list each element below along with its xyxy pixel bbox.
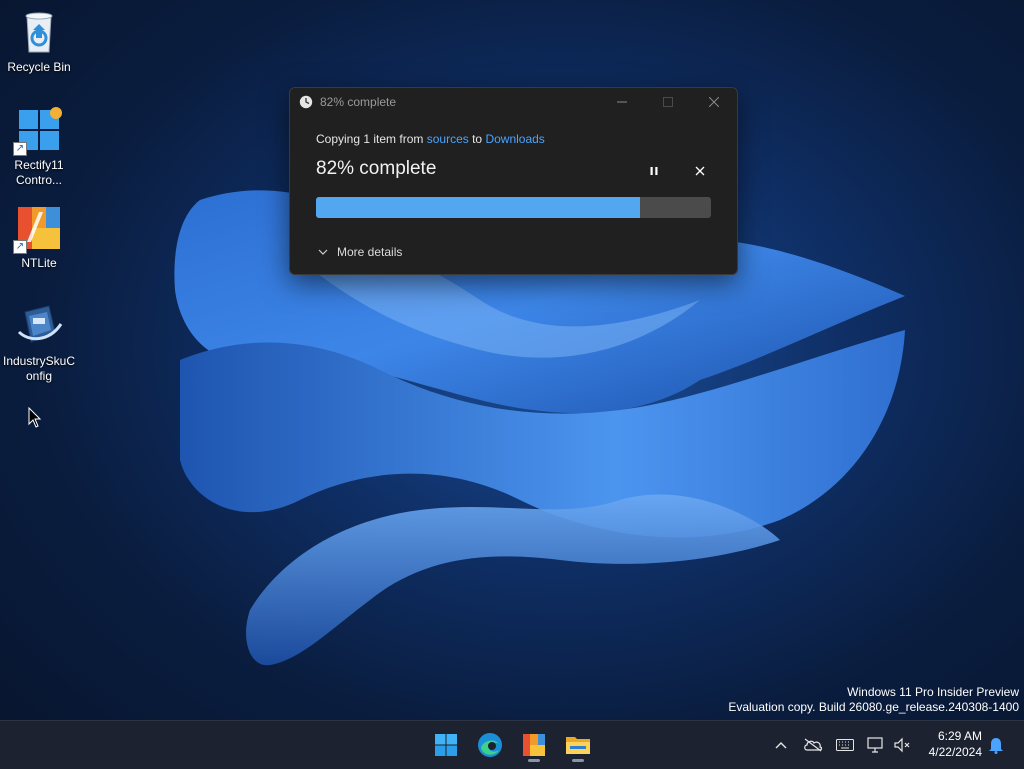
running-indicator xyxy=(528,759,540,762)
onedrive-offline-icon xyxy=(804,738,823,752)
watermark-line-2: Evaluation copy. Build 26080.ge_release.… xyxy=(728,700,1019,714)
edge-icon xyxy=(478,733,502,757)
evaluation-watermark: Windows 11 Pro Insider Preview Evaluatio… xyxy=(728,685,1019,715)
clock-icon xyxy=(299,95,313,109)
rectify11-control-icon: ↗ xyxy=(13,106,63,156)
source-folder-link[interactable]: sources xyxy=(427,132,469,146)
notifications-button[interactable] xyxy=(986,735,1006,755)
watermark-line-1: Windows 11 Pro Insider Preview xyxy=(847,685,1019,699)
progress-status: 82% complete xyxy=(316,158,437,179)
minimize-icon xyxy=(617,101,627,103)
close-icon xyxy=(695,166,705,176)
recycle-bin-icon xyxy=(15,8,63,56)
maximize-icon xyxy=(663,97,673,107)
shortcut-arrow-icon: ↗ xyxy=(13,142,27,156)
chevron-down-icon xyxy=(318,249,328,255)
running-indicator xyxy=(572,759,584,762)
ntlite-icon xyxy=(523,734,545,756)
mouse-cursor-icon xyxy=(28,407,42,428)
desktop-icon-ntlite[interactable]: ↗ NTLite xyxy=(2,204,76,271)
more-details-label: More details xyxy=(337,245,403,259)
copy-progress-dialog: 82% complete Copying 1 item from sources… xyxy=(289,87,738,275)
clock-date: 4/22/2024 xyxy=(928,745,982,759)
desktop-icon-label: Recycle Bin xyxy=(7,60,71,74)
chevron-up-icon xyxy=(775,742,787,749)
volume-muted-icon xyxy=(894,737,910,753)
progress-fill xyxy=(316,197,640,218)
show-hidden-icons-button[interactable] xyxy=(772,735,790,755)
destination-folder-link[interactable]: Downloads xyxy=(485,132,544,146)
start-icon xyxy=(435,734,457,756)
desktop-icon-label: NTLite xyxy=(21,256,57,270)
desktop-icon-industryskuconfig[interactable]: IndustrySkuConfig xyxy=(2,302,76,384)
taskbar-edge[interactable] xyxy=(472,727,508,763)
dialog-titlebar[interactable]: 82% complete xyxy=(290,88,737,116)
pause-icon xyxy=(650,167,658,175)
copy-prefix: Copying 1 item from xyxy=(316,132,427,146)
start-button[interactable] xyxy=(428,727,464,763)
onedrive-tray-button[interactable] xyxy=(802,735,824,755)
close-icon xyxy=(709,97,719,107)
industry-sku-config-icon xyxy=(15,302,63,350)
taskbar-file-explorer[interactable] xyxy=(560,727,596,763)
more-details-button[interactable]: More details xyxy=(318,245,402,259)
copy-middle: to xyxy=(468,132,486,146)
taskbar-clock[interactable]: 6:29 AM 4/22/2024 xyxy=(920,728,982,760)
file-explorer-icon xyxy=(566,737,590,754)
desktop-icon-recycle-bin[interactable]: Recycle Bin xyxy=(2,8,76,75)
volume-tray-button[interactable] xyxy=(892,735,912,755)
shortcut-arrow-icon: ↗ xyxy=(13,240,27,254)
copy-description: Copying 1 item from sources to Downloads xyxy=(316,132,545,146)
minimize-button[interactable] xyxy=(599,88,645,116)
keyboard-tray-button[interactable] xyxy=(835,735,855,755)
cancel-copy-button[interactable] xyxy=(688,162,712,180)
progress-bar xyxy=(316,197,711,218)
taskbar-ntlite[interactable] xyxy=(516,727,552,763)
network-icon xyxy=(867,737,883,753)
clock-time: 6:29 AM xyxy=(937,729,982,743)
notification-bell-icon xyxy=(989,738,1003,754)
maximize-button[interactable] xyxy=(645,88,691,116)
dialog-title: 82% complete xyxy=(320,95,397,109)
close-window-button[interactable] xyxy=(691,88,737,116)
ntlite-icon: ↗ xyxy=(13,204,63,254)
desktop-icon-rectify11[interactable]: ↗ Rectify11 Contro... xyxy=(2,106,76,188)
desktop-icon-label: IndustrySkuConfig xyxy=(2,354,76,383)
taskbar xyxy=(0,720,1024,769)
desktop-icon-label: Rectify11 Contro... xyxy=(14,158,64,187)
network-tray-button[interactable] xyxy=(866,735,886,755)
pause-button[interactable] xyxy=(642,162,666,180)
keyboard-icon xyxy=(836,739,854,751)
